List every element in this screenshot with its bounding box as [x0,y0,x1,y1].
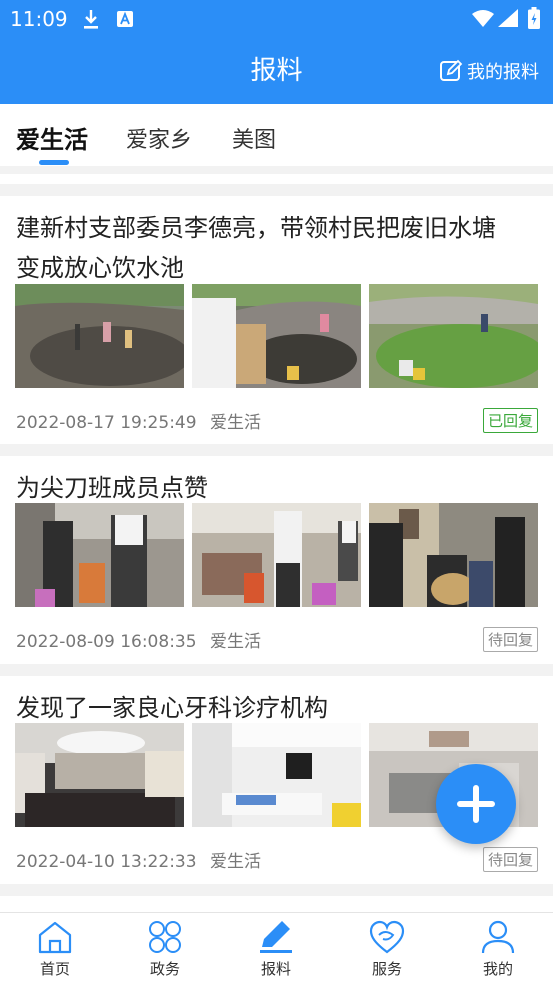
post-image[interactable] [192,503,361,607]
tab-mei-tu[interactable]: 美图 [232,122,276,154]
category-tabs: 爱生活 爱家乡 美图 [0,104,553,166]
heart-hand-icon [369,920,405,954]
status-time: 11:09 [10,7,68,31]
post-title: 为尖刀班成员点赞 [16,474,208,502]
post-card[interactable]: 为尖刀班成员点赞 2022-08-09 16:08:35 爱生活 待回复 [0,456,553,664]
post-image[interactable] [15,503,184,607]
bottom-nav: 首页 政务 报料 服务 我的 [0,912,553,985]
post-datetime: 2022-08-17 19:25:49 [16,413,197,433]
nav-government[interactable]: 政务 [110,919,220,979]
new-report-button[interactable] [436,764,516,844]
nav-government-label: 政务 [149,960,180,978]
post-image[interactable] [15,284,184,388]
tab-ai-jia-xiang[interactable]: 爱家乡 [126,122,192,154]
nav-mine[interactable]: 我的 [443,919,553,979]
app-header: 报料 我的报料 [0,38,553,104]
post-datetime: 2022-04-10 13:22:33 [16,852,197,872]
post-category: 爱生活 [209,852,261,872]
active-tab-indicator [39,160,69,165]
status-badge: 已回复 [482,408,538,433]
nav-report[interactable]: 报料 [221,919,331,979]
nav-home[interactable]: 首页 [0,919,110,979]
post-card[interactable]: 建新村支部委员李德亮，带领村民把废旧水塘变成放心饮水池 2022-08-17 1… [0,196,553,444]
post-datetime: 2022-08-09 16:08:35 [16,632,197,652]
post-title: 发现了一家良心牙科诊疗机构 [16,694,328,722]
nav-mine-label: 我的 [482,960,513,978]
divider [0,174,553,184]
nav-service[interactable]: 服务 [332,919,442,979]
post-meta: 2022-08-17 19:25:49 爱生活 [16,408,269,433]
nav-home-label: 首页 [39,960,70,978]
status-badge: 待回复 [482,847,538,872]
user-icon [481,920,515,954]
post-image[interactable] [192,284,361,388]
home-icon [38,921,72,954]
post-image[interactable] [192,723,361,827]
cellular-signal-icon [498,9,518,27]
nav-service-label: 服务 [371,960,402,978]
clover-icon [149,921,181,953]
download-icon [84,10,98,29]
plus-icon [457,785,495,823]
nav-report-label: 报料 [260,960,291,978]
post-meta: 2022-08-09 16:08:35 爱生活 [16,627,269,652]
status-bar: 11:09 [0,0,553,38]
status-badge: 待回复 [482,627,538,652]
post-title: 建新村支部委员李德亮，带领村民把废旧水塘变成放心饮水池 [16,214,496,282]
keyboard-a-icon [117,11,133,27]
tab-ai-sheng-huo[interactable]: 爱生活 [16,120,88,155]
my-report-button[interactable]: 我的报料 [439,58,539,84]
post-image[interactable] [369,503,538,607]
pencil-icon [260,921,292,953]
edit-icon [440,59,463,81]
post-category: 爱生活 [209,413,261,433]
battery-charging-icon [528,7,540,29]
post-category: 爱生活 [209,632,261,652]
my-report-label: 我的报料 [467,62,539,83]
post-image[interactable] [369,284,538,388]
post-card-partial [0,896,553,912]
post-meta: 2022-04-10 13:22:33 爱生活 [16,847,269,872]
wifi-icon [472,10,494,27]
post-image[interactable] [15,723,184,827]
